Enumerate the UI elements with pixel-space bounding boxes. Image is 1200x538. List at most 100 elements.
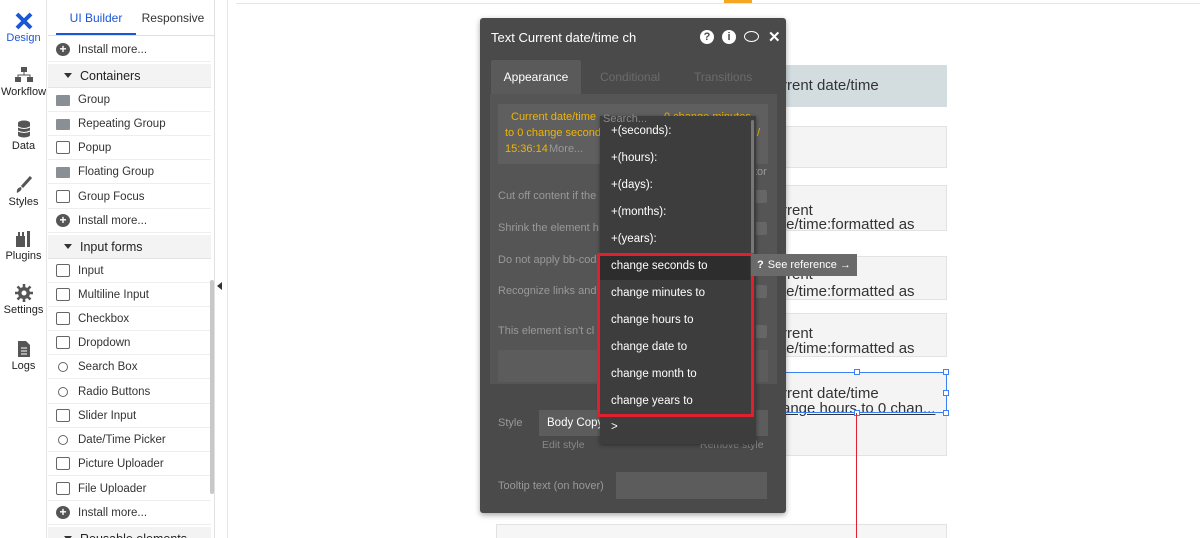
- palette-item[interactable]: Radio Buttons: [48, 380, 211, 404]
- option-label: Recognize links and: [498, 285, 597, 297]
- canvas-text-line[interactable]: te/time:formatted as: [782, 217, 915, 232]
- resize-handle[interactable]: [943, 369, 949, 375]
- tab-responsive[interactable]: Responsive: [138, 0, 208, 35]
- resize-handle[interactable]: [854, 410, 860, 416]
- nav-label: Design: [6, 32, 41, 44]
- dropdown-option[interactable]: +(years):: [600, 226, 750, 253]
- palette-item[interactable]: Multiline Input: [48, 283, 211, 307]
- highlight-annotation-box: [597, 253, 754, 417]
- nav-styles[interactable]: Styles: [0, 176, 47, 208]
- palette-item-label: Group Focus: [78, 191, 145, 203]
- style-label: Style: [498, 417, 523, 429]
- palette-item[interactable]: Slider Input: [48, 404, 211, 428]
- palette-item[interactable]: Floating Group: [48, 160, 211, 184]
- palette-item[interactable]: Group Focus: [48, 185, 211, 209]
- canvas-text-line[interactable]: te/time:formatted as: [782, 341, 915, 356]
- palette-item[interactable]: Popup: [48, 136, 211, 160]
- tab-ui-builder[interactable]: UI Builder: [56, 0, 136, 35]
- nav-logs[interactable]: Logs: [0, 340, 47, 372]
- box-icon: [56, 457, 70, 470]
- palette-scrollbar[interactable]: [210, 280, 214, 494]
- see-reference-tooltip[interactable]: ? See reference →: [751, 254, 857, 276]
- canvas-text-line[interactable]: te/time:formatted as: [782, 284, 915, 299]
- left-icon-nav: Design Workflow Data Styles Plugins Sett…: [0, 0, 47, 538]
- more-link[interactable]: More...: [549, 143, 583, 156]
- resize-handle[interactable]: [943, 410, 949, 416]
- resize-handle[interactable]: [943, 390, 949, 396]
- option-label: Do not apply bb-cod: [498, 254, 597, 266]
- caret-down-icon: [64, 73, 72, 78]
- box-icon: [56, 312, 70, 325]
- selection-outline: [768, 372, 947, 413]
- nav-label: Plugins: [5, 250, 42, 262]
- nav-settings[interactable]: Settings: [0, 284, 47, 316]
- tab-transitions[interactable]: Transitions: [694, 60, 752, 94]
- palette-item-label: Search Box: [78, 361, 138, 373]
- palette-section-header[interactable]: Input forms: [48, 235, 211, 259]
- collapse-panel-icon[interactable]: [217, 282, 222, 290]
- nav-plugins[interactable]: Plugins: [0, 230, 47, 262]
- palette-item[interactable]: Dropdown: [48, 331, 211, 355]
- editor-title: Text Current date/time ch: [491, 30, 637, 45]
- palette-item[interactable]: Group: [48, 88, 211, 112]
- database-icon: [17, 120, 30, 138]
- palette-item[interactable]: Install more...: [48, 38, 211, 62]
- palette-item[interactable]: File Uploader: [48, 477, 211, 501]
- nav-data[interactable]: Data: [0, 120, 47, 152]
- panel-divider: [227, 0, 228, 538]
- nav-workflow[interactable]: Workflow: [0, 66, 47, 98]
- nav-label: Logs: [11, 360, 36, 372]
- option-label: Cut off content if the: [498, 190, 597, 202]
- guide-line: [856, 413, 857, 538]
- nav-label: Settings: [3, 304, 44, 316]
- palette-item[interactable]: Checkbox: [48, 307, 211, 331]
- tab-conditional[interactable]: Conditional: [600, 60, 660, 94]
- info-icon[interactable]: i: [722, 30, 736, 44]
- edit-style-link[interactable]: Edit style: [542, 439, 585, 451]
- canvas-element-box[interactable]: [496, 524, 947, 538]
- box-icon: [56, 190, 70, 203]
- palette-item[interactable]: Install more...: [48, 209, 211, 233]
- tooltip-input[interactable]: [616, 472, 767, 499]
- palette-item-label: Group: [78, 94, 110, 106]
- palette-item-label: Dropdown: [78, 337, 131, 349]
- dropdown-option[interactable]: +(hours):: [600, 145, 750, 172]
- resize-handle[interactable]: [854, 369, 860, 375]
- dropdown-option[interactable]: +(months):: [600, 199, 750, 226]
- nav-label: Styles: [8, 196, 39, 208]
- canvas-top-accent: [724, 0, 752, 3]
- palette-item-label: Input: [78, 265, 104, 277]
- palette-item[interactable]: Picture Uploader: [48, 452, 211, 476]
- section-label: Input forms: [80, 240, 143, 254]
- plus-icon: [56, 214, 70, 227]
- palette-section-header[interactable]: Reusable elements: [48, 527, 211, 538]
- canvas-element-box[interactable]: [780, 126, 947, 168]
- tab-appearance[interactable]: Appearance: [491, 60, 581, 94]
- comment-icon[interactable]: [744, 31, 759, 42]
- dropdown-option[interactable]: +(days):: [600, 172, 750, 199]
- caret-down-icon: [64, 244, 72, 249]
- dropdown-option[interactable]: +(seconds):: [600, 118, 750, 145]
- element-palette: UI Builder Responsive Install more... Con…: [48, 0, 215, 538]
- workflow-icon: [14, 67, 33, 82]
- document-icon: [17, 341, 30, 357]
- palette-item[interactable]: Install more...: [48, 501, 211, 525]
- palette-item[interactable]: Repeating Group: [48, 112, 211, 136]
- help-icon[interactable]: ?: [700, 30, 714, 44]
- box-icon: [56, 409, 70, 422]
- box-icon: [56, 264, 70, 277]
- dropdown-option[interactable]: >: [600, 414, 750, 441]
- canvas-text-current-date[interactable]: rrent date/time: [782, 78, 879, 93]
- box-icon: [56, 482, 70, 495]
- expression-text: to 0 change second: [505, 127, 602, 139]
- palette-item[interactable]: Date/Time Picker: [48, 428, 211, 452]
- palette-item[interactable]: Input: [48, 259, 211, 283]
- palette-item-label: File Uploader: [78, 483, 147, 495]
- folder-icon: [56, 167, 70, 178]
- palette-item-label: Install more...: [78, 507, 148, 519]
- nav-design[interactable]: Design: [0, 12, 47, 44]
- palette-section-header[interactable]: Containers: [48, 64, 211, 88]
- palette-item[interactable]: Search Box: [48, 355, 211, 379]
- canvas-text-line[interactable]: rrent: [782, 326, 813, 341]
- close-icon[interactable]: ✕: [768, 28, 781, 46]
